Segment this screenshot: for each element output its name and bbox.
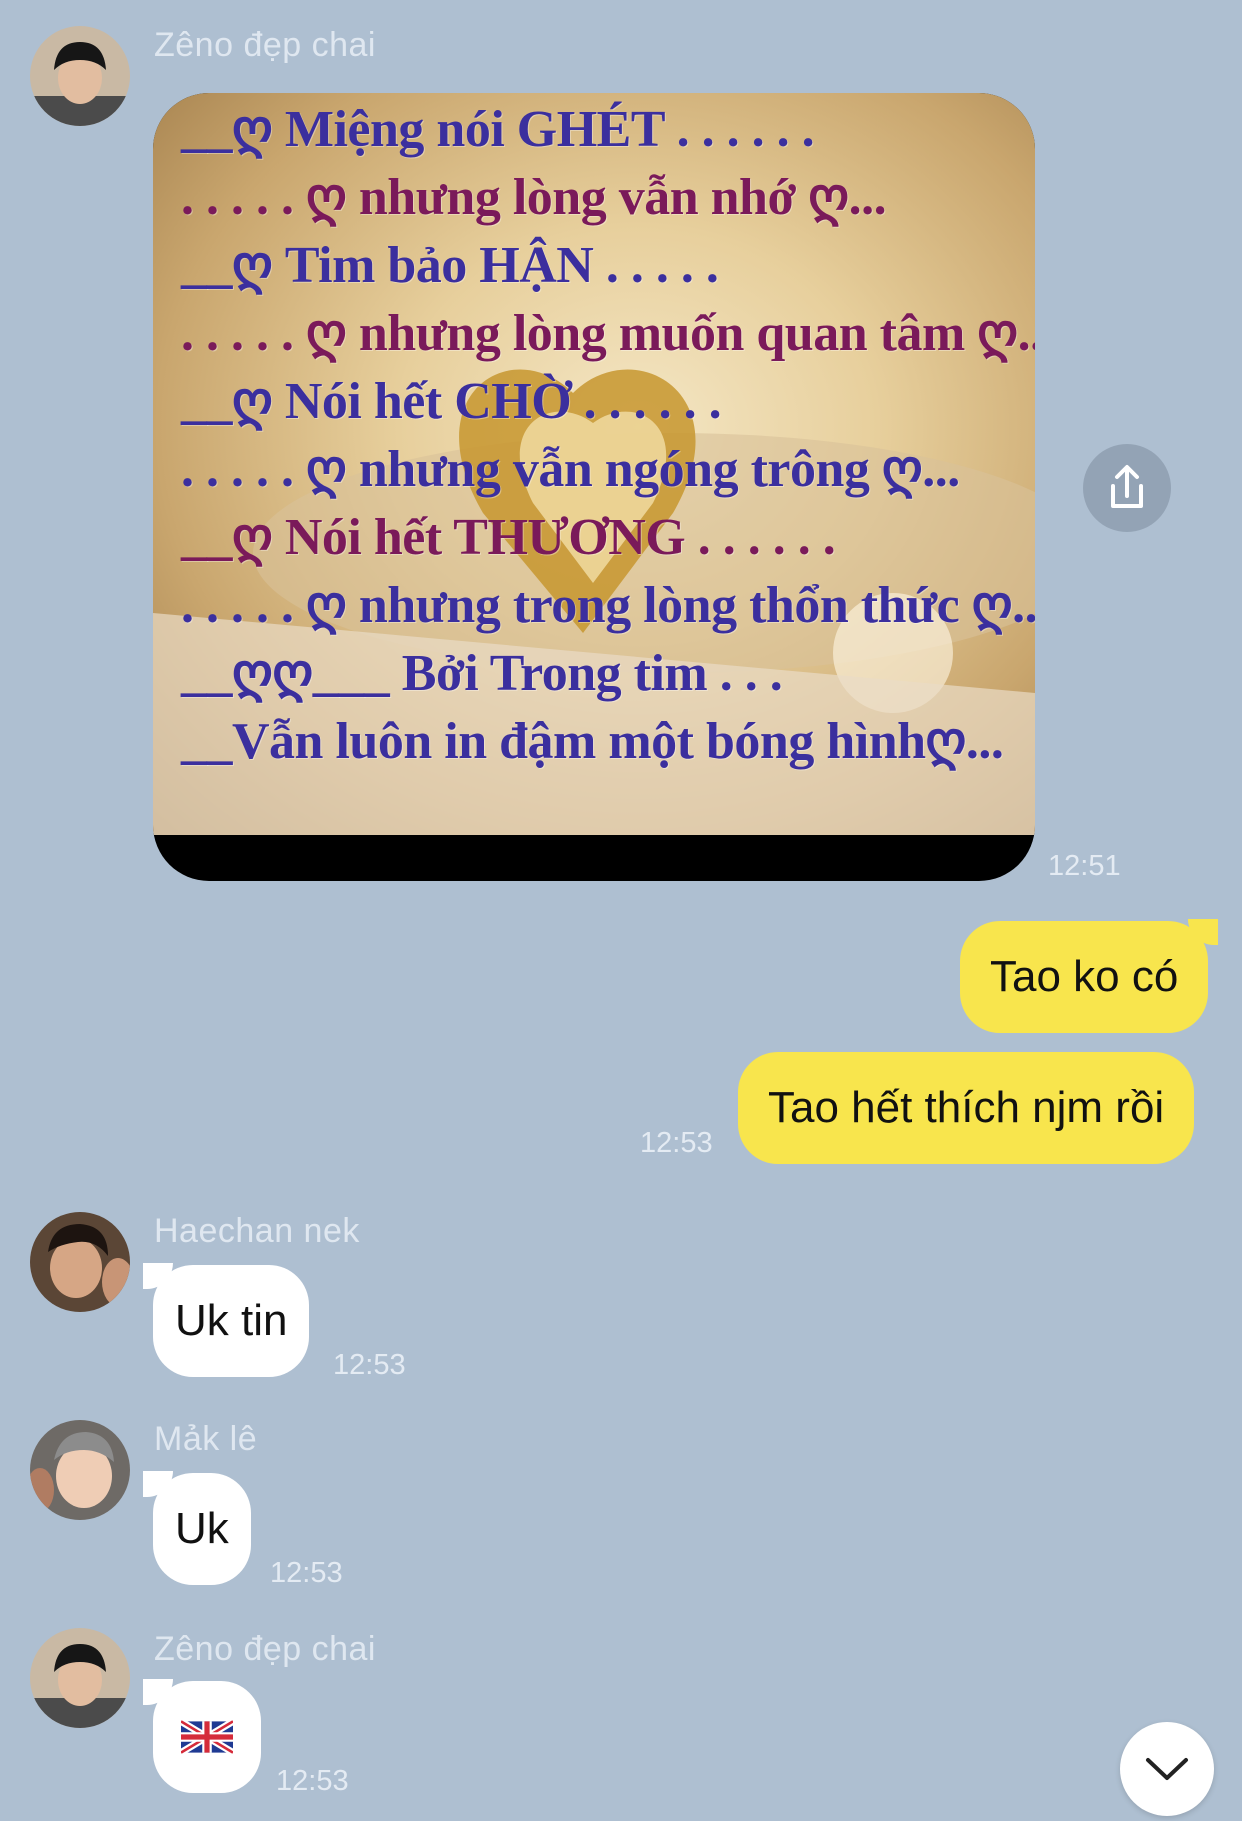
scroll-down-button[interactable] [1120,1722,1214,1816]
sender-name: Haechan nek [154,1212,360,1250]
sender-name: Zêno đẹp chai [154,26,376,64]
poem-line: __ღ Miệng nói GHÉT . . . . . . [181,101,815,158]
incoming-message[interactable]: 🇬🇧 [143,1679,261,1793]
poem-line: __ღ Tim bảo HẬN . . . . . [181,237,719,294]
share-icon [1111,465,1143,508]
poem-line: . . . . . ღ nhưng lòng vẫn nhớ ღ... [181,169,887,226]
uk-flag-emoji [181,1719,233,1755]
message-text: Uk tin [175,1296,288,1345]
poem-line: __Vẫn luôn in đậm một bóng hìnhღ... [181,713,1004,770]
chevron-down-icon [1146,1758,1188,1780]
poem-line: . . . . . ღ nhưng trong lòng thổn thức ღ… [181,577,1035,634]
message-time: 12:53 [333,1349,406,1381]
message-time: 12:53 [270,1557,343,1589]
poem-line: __ღ Nói hết THƯƠNG . . . . . . [181,509,836,566]
incoming-message[interactable]: Uk tin [142,1263,310,1377]
poem-line: __ღღ___ Bởi Trong tim . . . [181,645,783,702]
outgoing-message[interactable]: Tao ko có [960,919,1219,1033]
poem-line: . . . . . ღ nhưng vẫn ngóng trông ღ... [181,441,960,498]
outgoing-message[interactable]: Tao hết thích njm rồi [738,1052,1195,1164]
poem-image: __ღ Miệng nói GHÉT . . . . . . . . . . .… [153,93,1035,835]
message-text: Uk [175,1504,229,1553]
sender-name: Mảk lê [154,1420,258,1458]
message-text: Tao hết thích njm rồi [768,1083,1165,1132]
avatar-zeno[interactable] [30,1628,130,1728]
share-button[interactable] [1083,444,1171,532]
poem-line: . . . . . ღ nhưng lòng muốn quan tâm ღ..… [181,305,1035,362]
message-time: 12:53 [276,1765,349,1797]
poem-line: __ღ Nói hết CHỜ . . . . . . [181,373,722,430]
incoming-message[interactable]: Uk [143,1471,251,1585]
message-time: 12:51 [1048,850,1121,882]
avatar-zeno[interactable] [30,26,130,126]
message-text: Tao ko có [990,952,1179,1001]
avatar-mak[interactable] [30,1420,130,1520]
message-time: 12:53 [640,1127,713,1159]
sender-name: Zêno đẹp chai [154,1630,376,1668]
image-message[interactable]: __ღ Miệng nói GHÉT . . . . . . . . . . .… [153,93,1035,881]
avatar-haechan[interactable] [30,1212,130,1312]
